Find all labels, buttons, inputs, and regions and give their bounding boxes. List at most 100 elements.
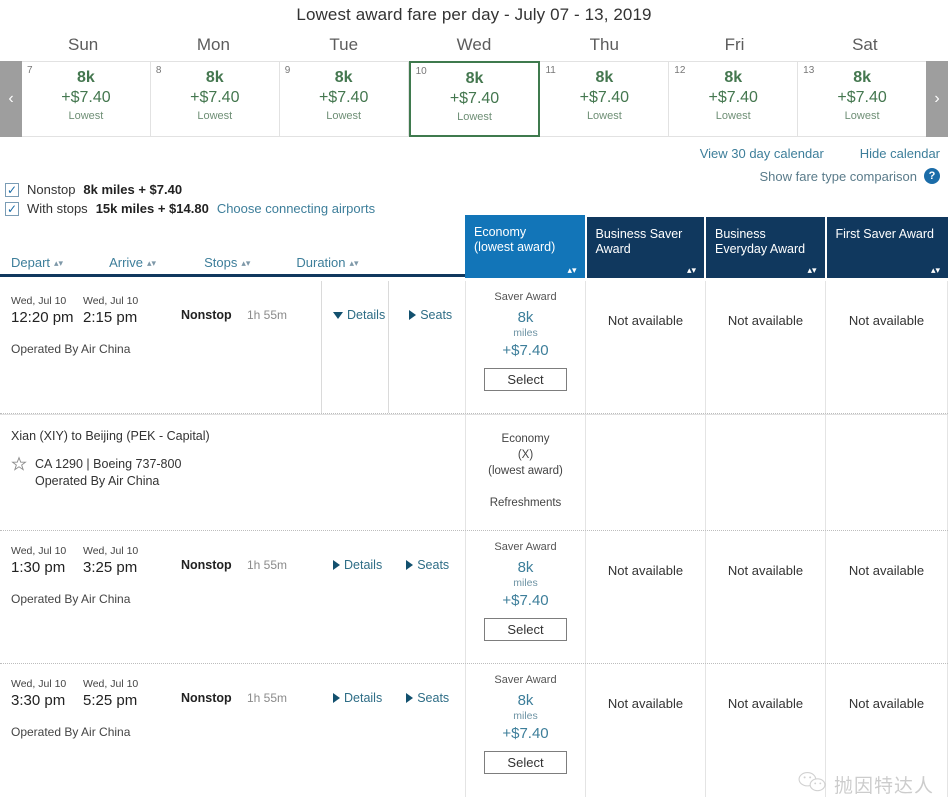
seats-toggle[interactable]: Seats bbox=[409, 295, 452, 322]
seats-label: Seats bbox=[420, 308, 453, 322]
depart-time: 3:30 pm bbox=[11, 692, 66, 709]
arrive-time: 2:15 pm bbox=[83, 309, 138, 326]
duration-value: 1h 55m bbox=[247, 691, 288, 705]
chevron-right-icon bbox=[333, 693, 340, 703]
seats-label: Seats bbox=[417, 691, 450, 705]
calendar-day-cell[interactable]: 7 8k +$7.40 Lowest bbox=[22, 62, 151, 136]
flight-results-list: Wed, Jul 10 12:20 pm Wed, Jul 10 2:15 pm… bbox=[0, 281, 948, 797]
fare-cell-economy: Saver Award 8k miles +$7.40 Select bbox=[465, 664, 585, 797]
day-note: Lowest bbox=[715, 110, 751, 122]
tab-business-saver-line2: Award bbox=[595, 242, 631, 256]
sort-arrows-icon[interactable]: ▴▾ bbox=[931, 266, 940, 275]
arrive-block: Wed, Jul 10 5:25 pm bbox=[83, 678, 155, 711]
depart-date: Wed, Jul 10 bbox=[11, 545, 67, 557]
fare-not-available: Not available bbox=[727, 563, 804, 578]
chevron-right-icon bbox=[406, 560, 414, 570]
calendar-prev-icon[interactable]: ‹ bbox=[0, 61, 22, 137]
select-button[interactable]: Select bbox=[484, 368, 567, 391]
help-icon[interactable]: ? bbox=[924, 168, 940, 184]
day-miles: 8k bbox=[77, 69, 95, 86]
hide-calendar-link[interactable]: Hide calendar bbox=[860, 146, 940, 161]
day-miles: 8k bbox=[595, 69, 614, 86]
seats-toggle[interactable]: Seats bbox=[406, 545, 449, 572]
tab-first-saver-line1: First Saver Award bbox=[835, 227, 934, 241]
arrive-block: Wed, Jul 10 2:15 pm bbox=[83, 295, 155, 328]
details-cabin-line1: Economy bbox=[501, 433, 550, 445]
stops-value: Nonstop bbox=[181, 558, 232, 572]
depart-time: 12:20 pm bbox=[11, 309, 74, 326]
sort-arrive[interactable]: Arrive ▴▾ bbox=[109, 255, 156, 270]
nonstop-filter-row[interactable]: ✓ Nonstop 8k miles + $7.40 bbox=[0, 180, 470, 199]
choose-connecting-airports-link[interactable]: Choose connecting airports bbox=[217, 201, 375, 216]
seats-toggle[interactable]: Seats bbox=[406, 678, 449, 705]
calendar-day-cell[interactable]: 12 8k +$7.40 Lowest bbox=[669, 62, 799, 136]
depart-time: 1:30 pm bbox=[11, 559, 66, 576]
flight-summary: Wed, Jul 10 12:20 pm Wed, Jul 10 2:15 pm… bbox=[0, 281, 465, 413]
with-stops-checkbox[interactable]: ✓ bbox=[5, 201, 19, 216]
details-panel-left: Xian (XIY) to Beijing (PEK - Capital) CA… bbox=[0, 415, 465, 530]
tab-economy-line1: Economy bbox=[474, 225, 527, 239]
tab-business-saver-award[interactable]: Business Saver Award ▴▾ bbox=[586, 217, 705, 278]
sort-duration[interactable]: Duration ▴▾ bbox=[296, 255, 358, 270]
weekday-label: Fri bbox=[724, 35, 745, 54]
tab-business-everyday-award[interactable]: Business Everyday Award ▴▾ bbox=[706, 217, 825, 278]
day-note: Lowest bbox=[197, 110, 233, 122]
arrive-date: Wed, Jul 10 bbox=[83, 678, 139, 690]
tab-first-saver-award[interactable]: First Saver Award ▴▾ bbox=[826, 217, 948, 278]
watermark: 抛因特达人 bbox=[797, 770, 934, 799]
flight-summary: Wed, Jul 10 3:30 pm Wed, Jul 10 5:25 pm … bbox=[0, 664, 465, 797]
details-cabin-economy: Economy (X) (lowest award) Refreshments bbox=[465, 415, 585, 530]
calendar-day-cell[interactable]: 11 8k +$7.40 Lowest bbox=[540, 62, 670, 136]
calendar-day-cell-selected[interactable]: 10 8k +$7.40 Lowest bbox=[408, 61, 541, 137]
sort-arrows-icon[interactable]: ▴▾ bbox=[687, 266, 696, 275]
flight-times-row: Wed, Jul 10 1:30 pm Wed, Jul 10 3:25 pm … bbox=[11, 545, 465, 578]
details-flight-number: CA 1290 | Boeing 737-800 bbox=[35, 457, 182, 471]
chevron-right-icon bbox=[333, 560, 340, 570]
nonstop-checkbox[interactable]: ✓ bbox=[5, 182, 19, 197]
show-fare-type-comparison-link[interactable]: Show fare type comparison bbox=[759, 169, 917, 184]
operated-by: Operated By Air China bbox=[11, 342, 131, 356]
weekday-header-row: Sun Mon Tue Wed Thu Fri Sat bbox=[0, 35, 948, 55]
calendar-strip: ‹ 7 8k +$7.40 Lowest 8 8k +$7.40 Lowest … bbox=[0, 61, 948, 137]
duration-value: 1h 55m bbox=[247, 558, 288, 572]
sort-arrows-icon[interactable]: ▴▾ bbox=[567, 266, 576, 275]
fare-miles-unit: miles bbox=[513, 327, 538, 339]
sort-arrows-icon[interactable]: ▴▾ bbox=[807, 266, 816, 275]
day-note: Lowest bbox=[326, 110, 362, 122]
sort-stops-label: Stops bbox=[204, 255, 238, 270]
calendar-day-cell[interactable]: 13 8k +$7.40 Lowest bbox=[798, 62, 927, 136]
wechat-icon bbox=[797, 770, 827, 799]
sort-depart[interactable]: Depart ▴▾ bbox=[11, 255, 63, 270]
calendar-day-cell[interactable]: 9 8k +$7.40 Lowest bbox=[279, 62, 409, 136]
day-number: 10 bbox=[415, 66, 427, 77]
operated-by: Operated By Air China bbox=[11, 592, 131, 606]
with-stops-filter-row[interactable]: ✓ With stops 15k miles + $14.80 Choose c… bbox=[0, 199, 470, 218]
tab-economy[interactable]: Economy (lowest award) ▴▾ bbox=[465, 215, 585, 278]
day-tax: +$7.40 bbox=[837, 89, 887, 106]
sort-bar: Depart ▴▾ Arrive ▴▾ Stops ▴▾ Duration ▴▾ bbox=[0, 255, 465, 277]
calendar-next-icon[interactable]: › bbox=[926, 61, 948, 137]
select-button[interactable]: Select bbox=[484, 618, 567, 641]
fare-cells-row: Saver Award 8k miles +$7.40 Select Not a… bbox=[465, 531, 948, 663]
sort-arrive-label: Arrive bbox=[109, 255, 144, 270]
details-flight-row: CA 1290 | Boeing 737-800 Operated By Air… bbox=[11, 455, 465, 488]
chevron-right-icon bbox=[406, 693, 414, 703]
details-toggle[interactable]: Details bbox=[333, 678, 382, 705]
fare-tax: +$7.40 bbox=[502, 342, 549, 359]
view-30-day-calendar-link[interactable]: View 30 day calendar bbox=[700, 146, 824, 161]
calendar-day-cell[interactable]: 8 8k +$7.40 Lowest bbox=[150, 62, 280, 136]
depart-block: Wed, Jul 10 12:20 pm bbox=[11, 295, 83, 328]
table-row: Wed, Jul 10 12:20 pm Wed, Jul 10 2:15 pm… bbox=[0, 281, 948, 414]
details-label: Details bbox=[344, 691, 383, 705]
details-toggle[interactable]: Details bbox=[333, 545, 382, 572]
select-button[interactable]: Select bbox=[484, 751, 567, 774]
sort-stops[interactable]: Stops ▴▾ bbox=[204, 255, 250, 270]
day-tax: +$7.40 bbox=[708, 89, 758, 106]
fare-cell-economy: Saver Award 8k miles +$7.40 Select bbox=[465, 531, 585, 663]
seats-label: Seats bbox=[417, 558, 450, 572]
day-miles: 8k bbox=[853, 69, 871, 86]
calendar-day-cells: 7 8k +$7.40 Lowest 8 8k +$7.40 Lowest 9 … bbox=[22, 61, 927, 137]
sort-depart-label: Depart bbox=[11, 255, 51, 270]
filter-panel: ✓ Nonstop 8k miles + $7.40 ✓ With stops … bbox=[0, 180, 470, 218]
weekday-label: Tue bbox=[329, 35, 359, 54]
